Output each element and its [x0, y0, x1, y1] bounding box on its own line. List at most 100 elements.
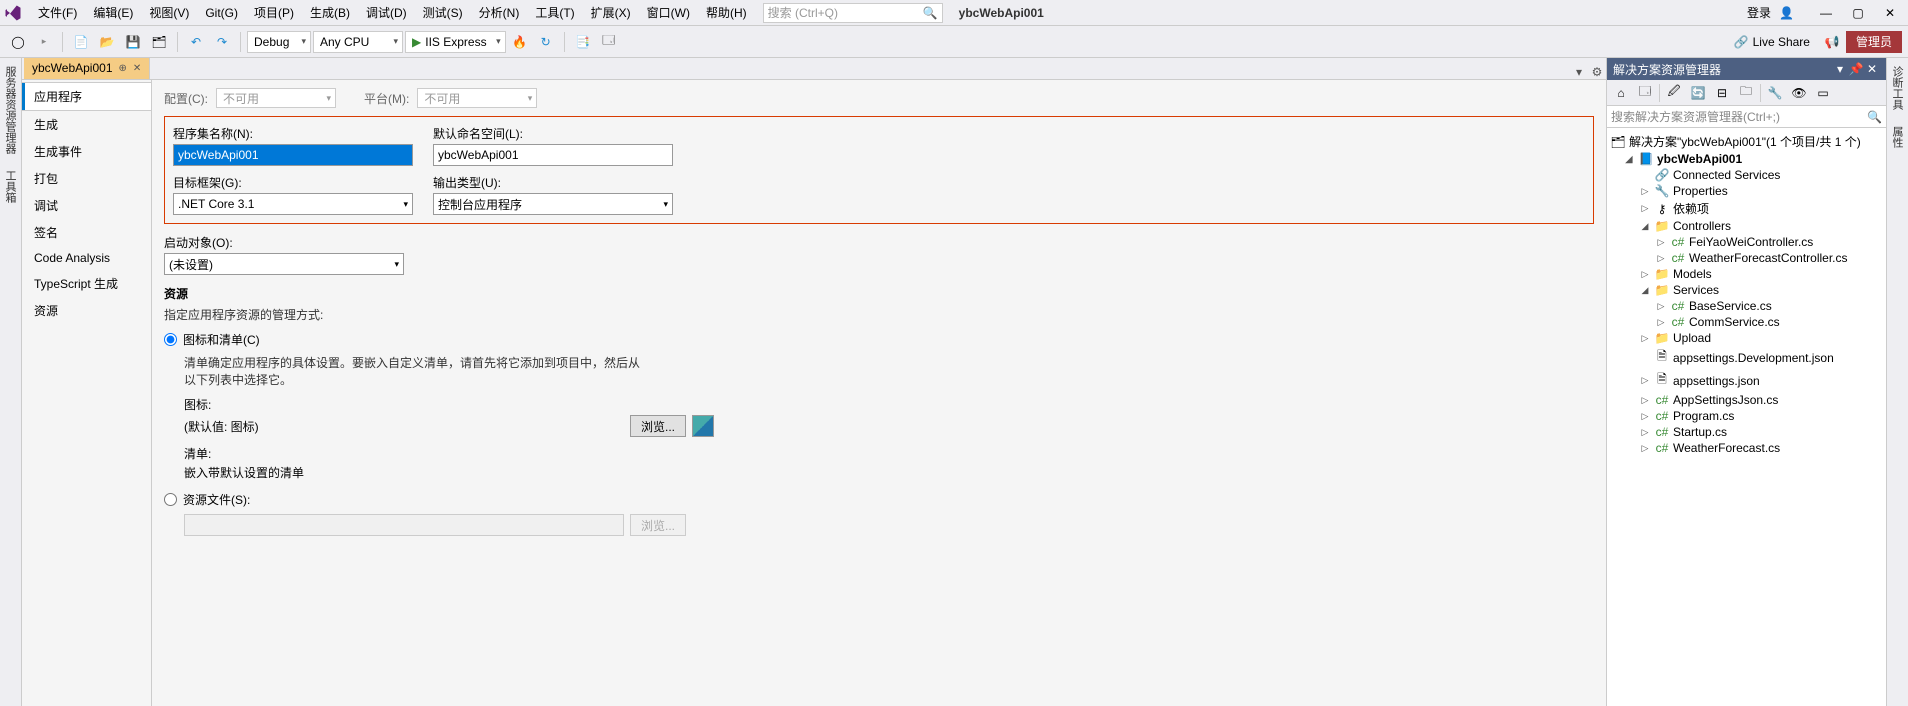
pending-changes-icon[interactable]: 🖉	[1664, 83, 1684, 103]
config-dropdown[interactable]: Debug	[247, 31, 311, 53]
nav-back-icon[interactable]: ◯	[6, 30, 30, 54]
chevron-right-icon[interactable]: ▷	[1639, 186, 1651, 197]
panel-pin-icon[interactable]: 📌	[1848, 62, 1864, 76]
misc-tool2-icon[interactable]: 🗔	[597, 30, 621, 54]
menu-git[interactable]: Git(G)	[197, 2, 246, 24]
save-all-icon[interactable]: 🗂	[147, 30, 171, 54]
maximize-button[interactable]: ▢	[1844, 3, 1872, 23]
radio-icon-manifest[interactable]	[164, 333, 177, 346]
menu-file[interactable]: 文件(F)	[30, 0, 85, 25]
menu-extensions[interactable]: 扩展(X)	[583, 0, 639, 25]
file-appsettingsjson-cs[interactable]: ▷c#AppSettingsJson.cs	[1607, 392, 1886, 408]
file-appsettings[interactable]: ▷🗎appsettings.json	[1607, 369, 1886, 392]
properties-icon[interactable]: 🔧	[1765, 83, 1785, 103]
server-explorer-tab[interactable]: 服务器资源管理器	[0, 58, 21, 162]
platform-dropdown[interactable]: Any CPU	[313, 31, 403, 53]
file-baseservice[interactable]: ▷c#BaseService.cs	[1607, 298, 1886, 314]
minimize-button[interactable]: —	[1812, 3, 1840, 23]
panel-dropdown-icon[interactable]: ▾	[1832, 62, 1848, 76]
nav-code-analysis[interactable]: Code Analysis	[22, 246, 151, 270]
icon-browse-button[interactable]: 浏览...	[630, 415, 686, 437]
radio-resource-file[interactable]	[164, 493, 177, 506]
home-icon[interactable]: ⌂	[1611, 83, 1631, 103]
nav-resources[interactable]: 资源	[22, 297, 151, 324]
project-node[interactable]: ◢📘ybcWebApi001	[1607, 151, 1886, 167]
collapse-all-icon[interactable]: ⊟	[1712, 83, 1732, 103]
switch-view-icon[interactable]: 🗔	[1635, 83, 1655, 103]
chevron-right-icon[interactable]: ▷	[1639, 203, 1651, 214]
services-folder[interactable]: ◢📁Services	[1607, 282, 1886, 298]
close-button[interactable]: ✕	[1876, 3, 1904, 23]
menu-help[interactable]: 帮助(H)	[698, 0, 755, 25]
doc-tab-project[interactable]: ybcWebApi001 ⊕ ✕	[24, 58, 150, 79]
output-type-select[interactable]: 控制台应用程序	[433, 193, 673, 215]
feedback-icon[interactable]: 📢	[1820, 30, 1844, 54]
nav-debug[interactable]: 调试	[22, 192, 151, 219]
properties-node[interactable]: ▷🔧Properties	[1607, 183, 1886, 199]
browser-refresh-icon[interactable]: ↻	[534, 30, 558, 54]
file-program-cs[interactable]: ▷c#Program.cs	[1607, 408, 1886, 424]
menu-tools[interactable]: 工具(T)	[527, 0, 582, 25]
hot-reload-icon[interactable]: 🔥	[508, 30, 532, 54]
chevron-down-icon[interactable]: ◢	[1639, 221, 1651, 232]
nav-fwd-icon[interactable]: ▸	[32, 30, 56, 54]
controllers-folder[interactable]: ◢📁Controllers	[1607, 218, 1886, 234]
models-folder[interactable]: ▷📁Models	[1607, 266, 1886, 282]
solution-search-input[interactable]: 搜索解决方案资源管理器(Ctrl+;) 🔍	[1607, 106, 1886, 128]
group-icon[interactable]: ▭	[1813, 83, 1833, 103]
nav-package[interactable]: 打包	[22, 165, 151, 192]
icon-select[interactable]: (默认值: 图标)	[184, 418, 624, 435]
signin-link[interactable]: 登录	[1747, 4, 1771, 21]
open-icon[interactable]: 📂	[95, 30, 119, 54]
default-namespace-input[interactable]	[433, 144, 673, 166]
menu-analyze[interactable]: 分析(N)	[471, 0, 528, 25]
upload-folder[interactable]: ▷📁Upload	[1607, 330, 1886, 346]
connected-services-node[interactable]: 🔗Connected Services	[1607, 167, 1886, 183]
quick-search-input[interactable]: 搜索 (Ctrl+Q) 🔍	[763, 3, 943, 23]
undo-icon[interactable]: ↶	[184, 30, 208, 54]
nav-typescript[interactable]: TypeScript 生成	[22, 270, 151, 297]
panel-close-icon[interactable]: ✕	[1864, 62, 1880, 76]
sync-icon[interactable]: 🔄	[1688, 83, 1708, 103]
nav-signing[interactable]: 签名	[22, 219, 151, 246]
tab-overflow-icon[interactable]: ▾	[1570, 65, 1588, 79]
file-weatherforecastcontroller[interactable]: ▷c#WeatherForecastController.cs	[1607, 250, 1886, 266]
properties-tab[interactable]: 属性	[1887, 118, 1908, 156]
misc-tool-icon[interactable]: 📑	[571, 30, 595, 54]
menu-view[interactable]: 视图(V)	[141, 0, 197, 25]
file-appsettings-dev[interactable]: 🗎appsettings.Development.json	[1607, 346, 1886, 369]
nav-build[interactable]: 生成	[22, 111, 151, 138]
menu-window[interactable]: 窗口(W)	[639, 0, 698, 25]
menu-project[interactable]: 项目(P)	[246, 0, 302, 25]
run-button[interactable]: ▶IIS Express	[405, 31, 506, 53]
chevron-down-icon[interactable]: ◢	[1623, 154, 1635, 165]
dependencies-node[interactable]: ▷⚷依赖项	[1607, 199, 1886, 218]
file-feiyaowei[interactable]: ▷c#FeiYaoWeiController.cs	[1607, 234, 1886, 250]
manifest-select[interactable]: 嵌入带默认设置的清单	[184, 464, 624, 481]
menu-edit[interactable]: 编辑(E)	[85, 0, 141, 25]
preview-icon[interactable]: 👁	[1789, 83, 1809, 103]
liveshare-button[interactable]: 🔗 Live Share	[1734, 35, 1810, 49]
redo-icon[interactable]: ↷	[210, 30, 234, 54]
pin-icon[interactable]: ⊕	[119, 63, 127, 74]
target-framework-select[interactable]: .NET Core 3.1	[173, 193, 413, 215]
menu-debug[interactable]: 调试(D)	[358, 0, 415, 25]
diagnostics-tab[interactable]: 诊断工具	[1887, 58, 1908, 118]
menu-build[interactable]: 生成(B)	[302, 0, 358, 25]
assembly-name-input[interactable]	[173, 144, 413, 166]
startup-object-select[interactable]: (未设置)	[164, 253, 404, 275]
new-project-icon[interactable]: 📄	[69, 30, 93, 54]
show-all-icon[interactable]: 🗀	[1736, 83, 1756, 103]
file-weatherforecast-cs[interactable]: ▷c#WeatherForecast.cs	[1607, 440, 1886, 456]
file-commservice[interactable]: ▷c#CommService.cs	[1607, 314, 1886, 330]
save-icon[interactable]: 💾	[121, 30, 145, 54]
close-tab-icon[interactable]: ✕	[133, 63, 141, 74]
tab-gear-icon[interactable]: ⚙	[1588, 65, 1606, 79]
toolbox-tab[interactable]: 工具箱	[0, 162, 21, 211]
nav-application[interactable]: 应用程序	[22, 82, 151, 111]
nav-build-events[interactable]: 生成事件	[22, 138, 151, 165]
file-startup-cs[interactable]: ▷c#Startup.cs	[1607, 424, 1886, 440]
solution-root[interactable]: 🗂解决方案"ybcWebApi001"(1 个项目/共 1 个)	[1607, 132, 1886, 151]
user-icon[interactable]: 👤	[1779, 6, 1794, 20]
menu-test[interactable]: 测试(S)	[415, 0, 471, 25]
